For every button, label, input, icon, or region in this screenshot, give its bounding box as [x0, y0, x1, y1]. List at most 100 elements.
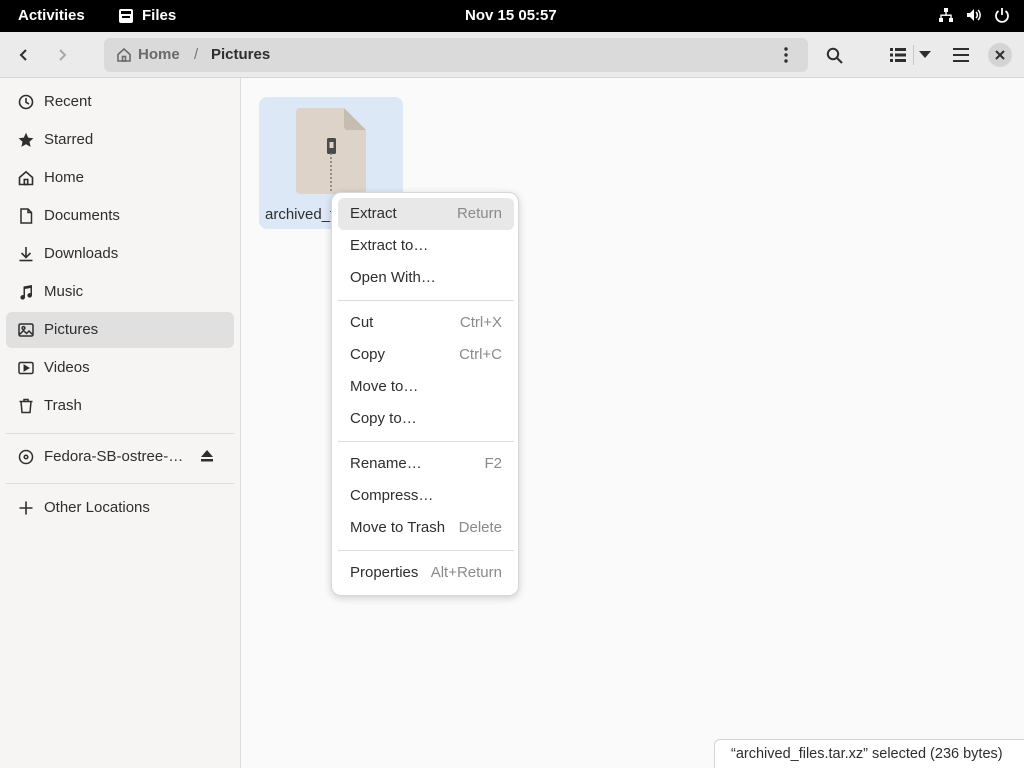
clock-icon [18, 94, 34, 110]
menu-item-copy-to[interactable]: Copy to… [338, 403, 514, 435]
sidebar-item-documents[interactable]: Documents [6, 198, 234, 234]
sidebar-item-videos[interactable]: Videos [6, 350, 234, 386]
archive-file-icon [296, 108, 366, 194]
home-icon [117, 47, 131, 62]
forward-button[interactable] [46, 39, 78, 71]
menu-item-rename[interactable]: Rename… F2 [338, 448, 514, 480]
menu-item-label: Extract [350, 205, 397, 222]
menu-item-open-with[interactable]: Open With… [338, 262, 514, 294]
menu-item-label: Properties [350, 564, 419, 581]
menu-item-label: Move to… [350, 378, 419, 395]
app-menu[interactable]: Files [118, 7, 176, 24]
sidebar-item-label: Starred [44, 131, 94, 148]
sidebar-item-home[interactable]: Home [6, 160, 234, 196]
menu-separator [338, 300, 514, 301]
path-current-button[interactable]: Pictures [211, 46, 270, 63]
menu-item-shortcut: Ctrl+X [459, 314, 502, 331]
download-icon [19, 247, 33, 262]
menu-item-label: Copy to… [350, 410, 417, 427]
vertical-dots-icon [784, 47, 788, 63]
clock[interactable]: Nov 15 05:57 [465, 7, 557, 24]
chevron-down-icon [919, 51, 931, 58]
path-separator: / [194, 46, 199, 63]
menu-separator [338, 550, 514, 551]
menu-item-extract[interactable]: Extract Return [338, 198, 514, 230]
view-options-button[interactable] [910, 39, 940, 71]
hamburger-menu-icon [953, 48, 969, 62]
view-divider [913, 45, 914, 65]
list-view-icon [890, 48, 906, 62]
menu-item-move-to[interactable]: Move to… [338, 371, 514, 403]
disc-icon [18, 449, 34, 465]
path-home-button[interactable]: Home [116, 46, 180, 63]
activities-button[interactable]: Activities [18, 7, 85, 24]
eject-button[interactable] [200, 449, 214, 467]
sidebar-item-label: Other Locations [44, 499, 150, 516]
menu-item-shortcut: Ctrl+C [459, 346, 502, 363]
power-icon [994, 7, 1010, 23]
menu-item-shortcut: Alt+Return [430, 564, 502, 581]
menu-separator [338, 441, 514, 442]
trash-icon [19, 398, 33, 414]
sidebar-divider [6, 483, 234, 484]
menu-item-move-to-trash[interactable]: Move to Trash Delete [338, 512, 514, 544]
sidebar-item-trash[interactable]: Trash [6, 388, 234, 424]
selection-status: “archived_files.tar.xz” selected (236 by… [714, 739, 1024, 768]
sidebar-item-label: Recent [44, 93, 92, 110]
sidebar-item-recent[interactable]: Recent [6, 84, 234, 120]
menu-item-label: Copy [350, 346, 386, 363]
menu-item-label: Move to Trash [350, 519, 446, 536]
search-button[interactable] [818, 39, 850, 71]
menu-item-copy[interactable]: Copy Ctrl+C [338, 339, 514, 371]
document-icon [20, 208, 33, 224]
plus-icon [19, 501, 33, 515]
close-button[interactable] [988, 43, 1012, 67]
sidebar-item-label: Fedora-SB-ostree-… [44, 448, 184, 465]
file-name-label: archived_f [265, 206, 335, 223]
eject-icon [201, 450, 213, 462]
path-menu-button[interactable] [770, 39, 802, 71]
menu-item-label: Open With… [350, 269, 436, 286]
sidebar-divider [6, 433, 234, 434]
menu-item-label: Extract to… [350, 237, 429, 254]
path-home-label: Home [138, 46, 180, 63]
sidebar-item-label: Documents [44, 207, 120, 224]
sidebar-item-label: Pictures [44, 321, 99, 338]
sidebar: Recent Starred Home Documents Downloads … [0, 78, 241, 768]
menu-item-cut[interactable]: Cut Ctrl+X [338, 307, 514, 339]
app-name: Files [142, 7, 177, 24]
sidebar-item-other-locations[interactable]: Other Locations [6, 490, 234, 526]
close-icon [995, 50, 1005, 60]
main-menu-button[interactable] [945, 39, 977, 71]
files-app-icon [118, 8, 134, 24]
sidebar-item-starred[interactable]: Starred [6, 122, 234, 158]
menu-item-label: Rename… [350, 455, 422, 472]
chevron-left-icon [19, 49, 27, 61]
menu-item-shortcut: Return [456, 205, 502, 222]
star-icon [18, 132, 34, 147]
sidebar-item-pictures[interactable]: Pictures [6, 312, 234, 348]
sidebar-item-label: Music [44, 283, 84, 300]
top-bar: Activities Files Nov 15 05:57 [0, 0, 1024, 32]
menu-item-label: Cut [350, 314, 374, 331]
menu-item-extract-to[interactable]: Extract to… [338, 230, 514, 262]
menu-item-label: Compress… [350, 487, 434, 504]
sidebar-item-label: Videos [44, 359, 90, 376]
search-icon [826, 47, 843, 64]
sidebar-item-music[interactable]: Music [6, 274, 234, 310]
sidebar-item-label: Trash [44, 397, 82, 414]
context-menu: Extract Return Extract to… Open With… Cu… [331, 192, 519, 596]
menu-item-shortcut: F2 [484, 455, 502, 472]
menu-item-properties[interactable]: Properties Alt+Return [338, 557, 514, 589]
chevron-right-icon [59, 49, 67, 61]
header-bar: Home / Pictures [0, 32, 1024, 78]
back-button[interactable] [8, 39, 40, 71]
volume-icon [966, 7, 982, 23]
picture-icon [18, 323, 34, 337]
menu-item-compress[interactable]: Compress… [338, 480, 514, 512]
music-icon [20, 285, 33, 300]
sidebar-item-device[interactable]: Fedora-SB-ostree-… [6, 439, 234, 475]
video-icon [18, 361, 34, 375]
system-tray[interactable] [938, 7, 1010, 23]
sidebar-item-downloads[interactable]: Downloads [6, 236, 234, 272]
